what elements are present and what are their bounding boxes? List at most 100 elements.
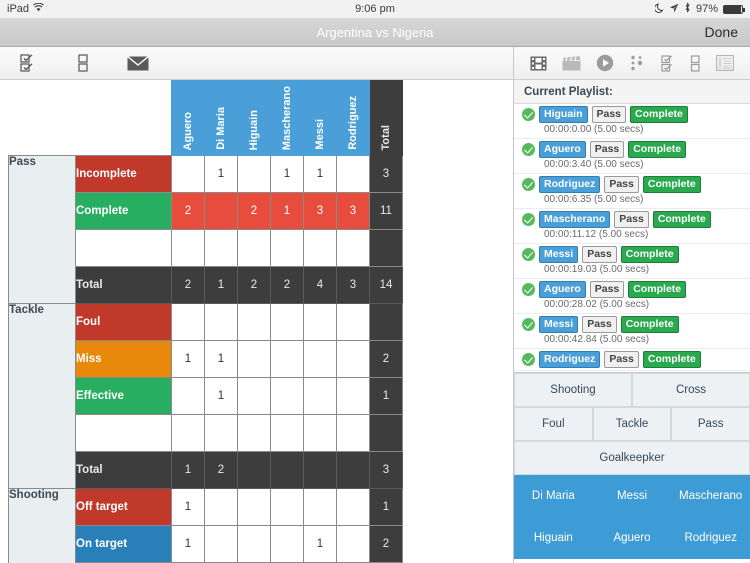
stat-cell[interactable] bbox=[303, 340, 337, 378]
stat-cell[interactable] bbox=[204, 414, 238, 452]
stat-cell[interactable] bbox=[336, 303, 370, 341]
playlist-list[interactable]: Higuain Pass Complete 00:00:0.00 (5.00 secs… bbox=[514, 104, 750, 372]
row-label[interactable]: Off target bbox=[75, 488, 172, 526]
stat-cell[interactable] bbox=[270, 488, 304, 526]
stat-cell[interactable] bbox=[303, 488, 337, 526]
document-list-icon[interactable] bbox=[716, 55, 735, 71]
stat-cell[interactable] bbox=[237, 229, 271, 267]
stat-cell[interactable] bbox=[336, 229, 370, 267]
list-item[interactable]: Aguero Pass Complete 00:00:28.02 (5.00 secs… bbox=[514, 279, 750, 314]
playlist-result-tag[interactable]: Complete bbox=[630, 106, 688, 123]
playlist-result-tag[interactable]: Complete bbox=[620, 246, 679, 263]
stat-cell[interactable] bbox=[270, 525, 304, 563]
table-row[interactable]: Tackle Foul bbox=[8, 303, 403, 489]
action-button[interactable]: Pass bbox=[671, 407, 750, 441]
playlist-action-tag[interactable]: Pass bbox=[614, 211, 649, 228]
row-label[interactable]: Miss bbox=[75, 340, 172, 378]
stat-cell[interactable] bbox=[171, 155, 205, 193]
stat-cell[interactable] bbox=[270, 229, 304, 267]
playlist-player-tag[interactable]: Aguero bbox=[539, 281, 586, 298]
stat-cell[interactable] bbox=[171, 229, 205, 267]
stat-cell[interactable]: 1 bbox=[303, 525, 337, 563]
playlist-player-tag[interactable]: Messi bbox=[539, 246, 579, 263]
action-button[interactable]: Foul bbox=[514, 407, 593, 441]
playlist-result-tag[interactable]: Complete bbox=[652, 211, 711, 228]
stat-cell[interactable]: 1 bbox=[171, 525, 205, 563]
player-button[interactable]: Di Maria bbox=[514, 475, 593, 517]
checklist-edit-icon[interactable] bbox=[0, 54, 55, 72]
list-item[interactable]: Aguero Pass Complete 00:00:3.40 (5.00 secs) bbox=[514, 139, 750, 174]
table-row[interactable]: Shooting Off target 1 1 bbox=[8, 488, 403, 563]
stat-cell[interactable] bbox=[237, 303, 271, 341]
playlist-result-tag[interactable]: Complete bbox=[642, 176, 701, 193]
stat-cell[interactable] bbox=[270, 377, 304, 415]
table-row[interactable]: Pass Incomplete 1 1 1 3 bbox=[8, 155, 403, 304]
stat-cell[interactable] bbox=[270, 303, 304, 341]
stat-cell[interactable]: 3 bbox=[336, 192, 370, 230]
stat-cell[interactable] bbox=[237, 525, 271, 563]
action-button[interactable]: Cross bbox=[632, 373, 750, 407]
stat-cell[interactable]: 1 bbox=[303, 155, 337, 193]
playlist-action-tag[interactable]: Pass bbox=[582, 246, 617, 263]
stat-cell[interactable] bbox=[336, 525, 370, 563]
playlist-player-tag[interactable]: Aguero bbox=[539, 141, 586, 158]
row-label[interactable]: Incomplete bbox=[75, 155, 172, 193]
stat-cell[interactable] bbox=[171, 377, 205, 415]
playlist-action-tag[interactable]: Pass bbox=[582, 316, 617, 333]
playlist-result-tag[interactable]: Complete bbox=[642, 351, 701, 368]
player-button[interactable]: Mascherano bbox=[671, 475, 750, 517]
check-circle-icon[interactable] bbox=[522, 178, 535, 191]
done-button[interactable]: Done bbox=[705, 24, 738, 40]
playlist-action-tag[interactable]: Pass bbox=[589, 281, 625, 298]
playlist-action-tag[interactable]: Pass bbox=[591, 106, 627, 123]
action-button[interactable]: Goalkeepker bbox=[514, 441, 750, 475]
check-circle-icon[interactable] bbox=[522, 318, 535, 331]
stat-cell[interactable] bbox=[237, 488, 271, 526]
envelope-icon[interactable] bbox=[110, 55, 165, 71]
stat-cell[interactable]: 3 bbox=[303, 192, 337, 230]
stat-cell[interactable] bbox=[171, 414, 205, 452]
playlist-player-tag[interactable]: Messi bbox=[539, 316, 579, 333]
stat-cell[interactable] bbox=[171, 303, 205, 341]
film-strip-icon[interactable] bbox=[530, 56, 547, 71]
stat-cell[interactable] bbox=[336, 377, 370, 415]
stat-cell[interactable] bbox=[204, 229, 238, 267]
stat-cell[interactable]: 1 bbox=[204, 340, 238, 378]
list-item[interactable]: Higuain Pass Complete 00:00:0.00 (5.00 secs… bbox=[514, 104, 750, 139]
check-circle-icon[interactable] bbox=[522, 143, 535, 156]
checklist-edit-icon[interactable] bbox=[661, 54, 675, 72]
list-item[interactable]: Messi Pass Complete 00:00:19.03 (5.00 secs) bbox=[514, 244, 750, 279]
play-circle-icon[interactable] bbox=[596, 54, 614, 72]
stat-cell[interactable]: 1 bbox=[204, 155, 238, 193]
row-label[interactable]: Foul bbox=[75, 303, 172, 341]
check-circle-icon[interactable] bbox=[522, 283, 535, 296]
playlist-player-tag[interactable]: Rodriguez bbox=[539, 351, 601, 368]
check-circle-icon[interactable] bbox=[522, 108, 535, 121]
player-button[interactable]: Rodriguez bbox=[671, 517, 750, 559]
clapperboard-icon[interactable] bbox=[562, 55, 581, 71]
playlist-result-tag[interactable]: Complete bbox=[628, 141, 687, 158]
check-circle-icon[interactable] bbox=[522, 248, 535, 261]
stat-cell[interactable] bbox=[237, 377, 271, 415]
playlist-action-tag[interactable]: Pass bbox=[604, 351, 639, 368]
stat-cell[interactable]: 2 bbox=[237, 192, 271, 230]
stat-cell[interactable] bbox=[303, 229, 337, 267]
list-item[interactable]: Rodriguez Pass Complete 00:00:6.35 (5.00 se… bbox=[514, 174, 750, 209]
squares-icon[interactable] bbox=[55, 54, 110, 72]
list-item[interactable]: Mascherano Pass Complete 00:00:11.12 (5.00 … bbox=[514, 209, 750, 244]
stat-cell[interactable] bbox=[303, 377, 337, 415]
playlist-player-tag[interactable]: Higuain bbox=[539, 106, 588, 123]
action-button[interactable]: Tackle bbox=[592, 407, 672, 441]
stat-cell[interactable] bbox=[303, 303, 337, 341]
playlist-action-tag[interactable]: Pass bbox=[589, 141, 625, 158]
player-button[interactable]: Aguero bbox=[592, 517, 672, 559]
row-label[interactable]: Complete bbox=[75, 192, 172, 230]
stat-cell[interactable] bbox=[237, 155, 271, 193]
action-button[interactable]: Shooting bbox=[514, 373, 632, 407]
stat-cell[interactable] bbox=[204, 488, 238, 526]
list-item[interactable]: Messi Pass Complete 00:00:42.84 (5.00 secs) bbox=[514, 314, 750, 349]
row-label[interactable]: On target bbox=[75, 525, 172, 563]
playlist-result-tag[interactable]: Complete bbox=[628, 281, 687, 298]
stat-cell[interactable] bbox=[336, 414, 370, 452]
player-button[interactable]: Messi bbox=[592, 475, 672, 517]
